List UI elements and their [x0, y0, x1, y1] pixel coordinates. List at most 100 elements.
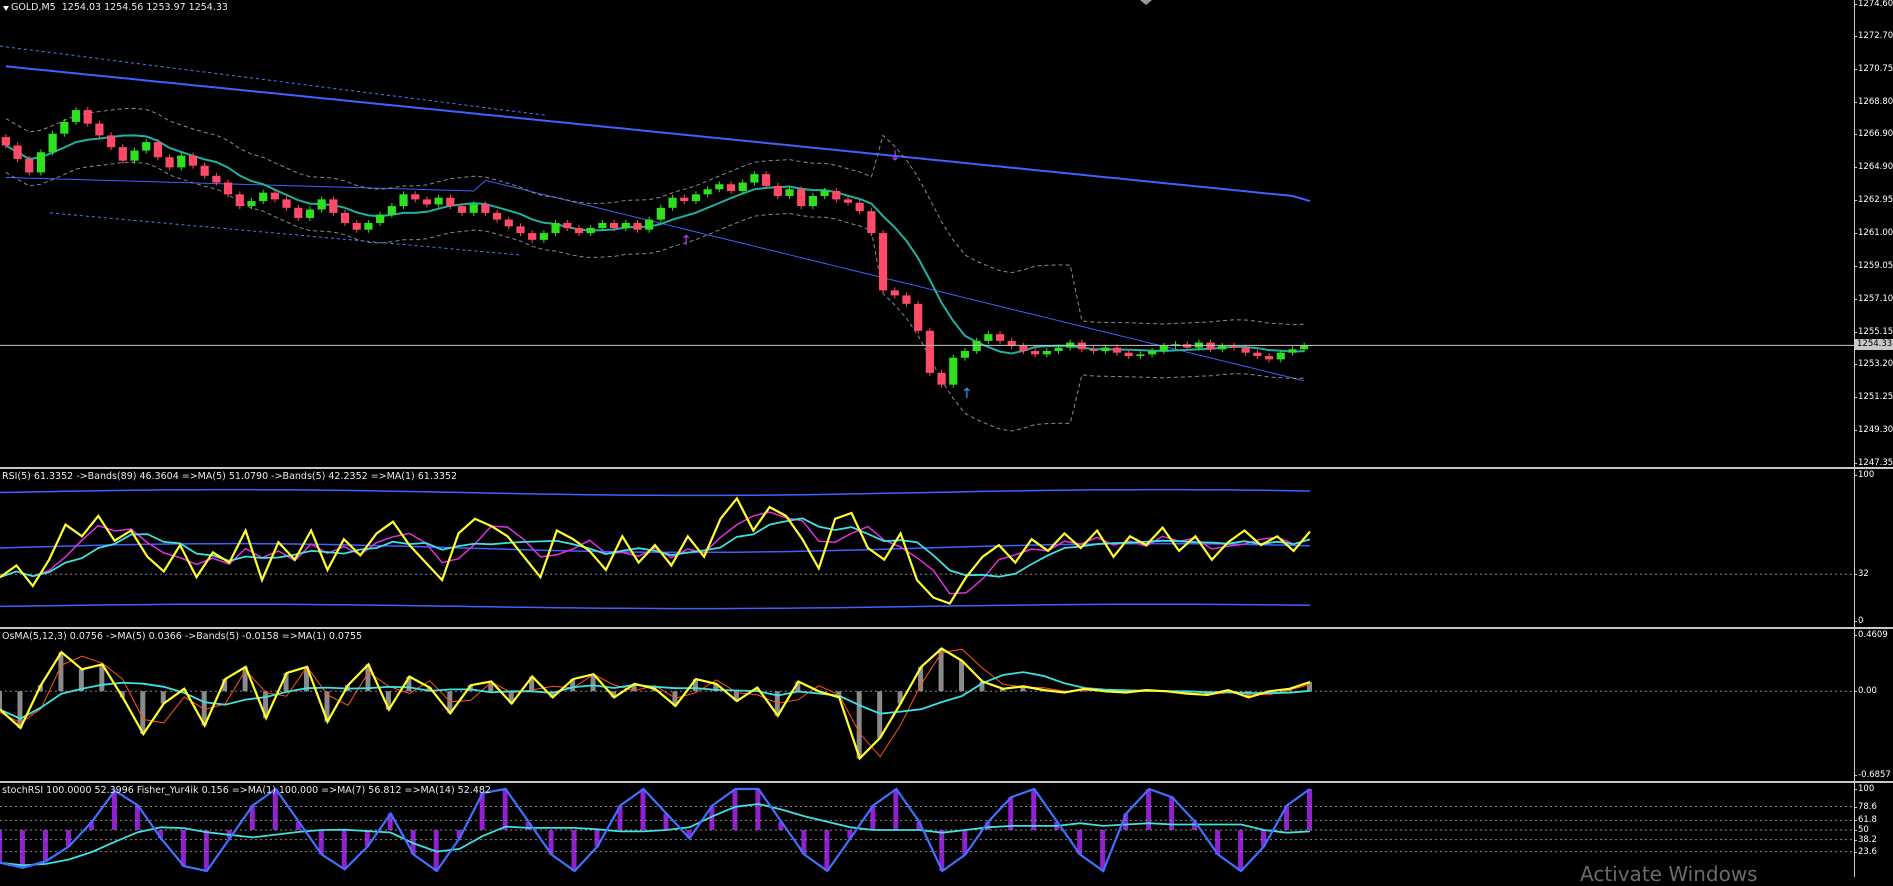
sell-arrow-icon: ↓ — [889, 149, 901, 165]
rsi-axis[interactable]: 100 32 0 — [1854, 469, 1893, 627]
candle-body — [212, 175, 221, 183]
candle-body — [504, 219, 513, 227]
candle-body — [399, 194, 408, 207]
indicator-line — [0, 647, 1311, 761]
candle-body — [1101, 347, 1110, 351]
axis-tick-label: 1257.10 — [1855, 293, 1893, 304]
signal-line — [0, 648, 1311, 758]
axis-tick-label: 0.4609 — [1855, 630, 1888, 640]
candle-body — [107, 135, 116, 148]
axis-tick-label: -0.6857 — [1855, 770, 1891, 780]
axis-tick-label: 1253.20 — [1855, 359, 1893, 370]
histogram-bar — [42, 830, 48, 862]
candle-body — [715, 184, 724, 190]
rsi-pane[interactable]: RSI(5) 61.3352 ->Bands(89) 46.3604 =>MA(… — [0, 469, 1854, 627]
histogram-bar — [1031, 789, 1037, 830]
candle-body — [200, 165, 209, 176]
axis-tick-label: 1249.30 — [1855, 425, 1893, 436]
histogram-bar — [732, 789, 738, 830]
candle-body — [972, 340, 981, 351]
axis-tick-label: 38.2 — [1855, 834, 1877, 845]
candle-body — [890, 290, 899, 296]
stochrsi-axis[interactable]: 100 78.6 61.8 50 38.2 23.6 — [1854, 783, 1893, 877]
candle-body — [259, 192, 268, 202]
histogram-bar — [938, 648, 944, 692]
candle-body — [1031, 350, 1040, 355]
candle-body — [469, 204, 478, 213]
candle-body — [586, 228, 595, 234]
candle-body — [1288, 349, 1297, 353]
candle-body — [551, 222, 560, 234]
band-line — [0, 488, 1311, 497]
candle-body — [995, 334, 1005, 341]
price-axis[interactable]: 1274.60 1272.70 1270.75 1268.80 1266.90 1264.… — [1854, 0, 1893, 467]
price-chart-pane[interactable]: ↑ ↑ ↓ GOLD,M5 1254.03 1254.56 1253.97 1254… — [0, 0, 1854, 467]
candle-body — [855, 202, 864, 212]
candle-body — [294, 207, 303, 218]
candle-body — [142, 142, 151, 151]
smoothed-line — [0, 803, 1311, 867]
osma-pane-label: OsMA(5,12,3) 0.0756 ->MA(5) 0.0366 ->Ban… — [2, 631, 363, 642]
symbol-timeframe: GOLD,M5 — [11, 2, 56, 13]
window-menu-icon[interactable] — [3, 6, 9, 11]
stochrsi-pane-label: stochRSI 100.0000 52.3996 Fisher_Yur4ik … — [2, 785, 491, 796]
candle-body — [1218, 345, 1227, 350]
candle-body — [785, 189, 794, 197]
candle-body — [680, 197, 689, 202]
osma-axis[interactable]: 0.4609 0.00 -0.6857 — [1854, 629, 1893, 781]
candle-body — [387, 206, 396, 215]
candle-body — [25, 158, 34, 173]
axis-tick-label: 50 — [1855, 825, 1869, 835]
price-pane-label: GOLD,M5 1254.03 1254.56 1253.97 1254.33 — [11, 2, 228, 13]
histogram-bar — [0, 830, 2, 863]
candle-body — [411, 194, 420, 200]
histogram-bar — [341, 830, 347, 870]
middle-moving-average-line — [5, 134, 1305, 355]
shift-marker-icon — [1140, 0, 1152, 5]
histogram-bar — [111, 790, 117, 830]
candle-body — [247, 201, 256, 207]
candle-body — [773, 185, 782, 197]
candle-body — [270, 192, 279, 200]
histogram-bar — [58, 652, 64, 692]
upper-band-line — [5, 107, 1305, 326]
candle-body — [902, 295, 911, 304]
candle-body — [949, 357, 958, 385]
lower-band-line — [5, 161, 1305, 432]
candle-body — [516, 226, 525, 234]
candle-body — [528, 233, 537, 240]
stochrsi-pane[interactable]: stochRSI 100.0000 52.3996 Fisher_Yur4ik … — [0, 783, 1854, 877]
candle-body — [329, 199, 338, 213]
axis-tick-label: 1268.80 — [1855, 96, 1893, 107]
histogram-bar — [180, 830, 186, 867]
axis-tick-label: 61.8 — [1855, 815, 1877, 826]
axis-tick-label: 0 — [1855, 616, 1864, 626]
candle-body — [832, 190, 841, 200]
candle-body — [1264, 356, 1274, 360]
current-price-tag: 1254.33 — [1855, 339, 1893, 351]
candle-body — [1, 137, 10, 146]
upper-trendline — [0, 45, 546, 116]
histogram-bar — [755, 789, 761, 830]
candle-body — [282, 199, 291, 208]
candle-body — [48, 133, 57, 153]
lower-trendline — [49, 212, 521, 256]
candle-body — [668, 197, 677, 208]
candle-body — [422, 199, 432, 205]
axis-tick-label: 23.6 — [1855, 846, 1877, 857]
candle-body — [1241, 347, 1250, 353]
candle-body — [1206, 342, 1215, 350]
candle-body — [1077, 342, 1087, 350]
price-chart: ↑ ↑ ↓ — [0, 0, 1854, 432]
rsi-pane-label: RSI(5) 61.3352 ->Bands(89) 46.3604 =>MA(… — [2, 471, 458, 482]
rsi-chart — [0, 488, 1854, 610]
candle-body — [797, 189, 806, 207]
candle-body — [130, 150, 139, 161]
osma-pane[interactable]: OsMA(5,12,3) 0.0756 ->MA(5) 0.0366 ->Ban… — [0, 629, 1854, 781]
candle-body — [223, 182, 233, 195]
axis-tick-label: 1247.35 — [1855, 458, 1893, 467]
candle-body — [1183, 344, 1192, 348]
candle-body — [750, 174, 759, 183]
candle-body — [434, 197, 443, 205]
candle-body — [820, 190, 829, 197]
